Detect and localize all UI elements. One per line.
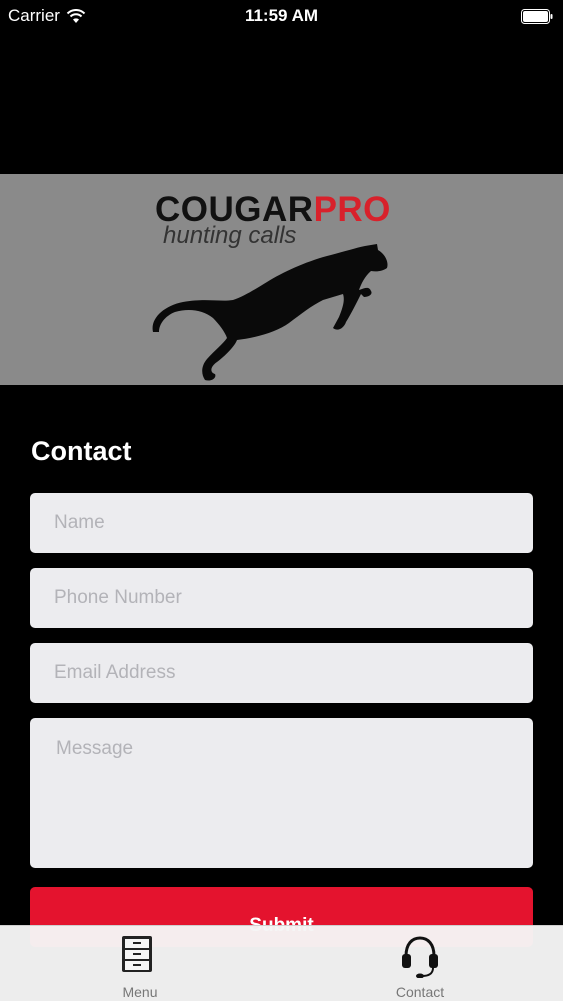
cougar-silhouette-icon xyxy=(152,244,388,381)
brand-name-red: PRO xyxy=(313,190,391,229)
tab-bar: Menu Contact xyxy=(0,925,563,1001)
contact-heading: Contact xyxy=(31,436,132,466)
tab-contact-label: Contact xyxy=(395,984,445,1000)
drawer-cabinet-icon xyxy=(122,936,152,972)
tab-menu[interactable]: Menu xyxy=(80,926,200,1001)
tab-contact[interactable]: Contact xyxy=(360,926,480,1001)
status-bar: Carrier 11:59 AM xyxy=(0,0,563,34)
battery-icon xyxy=(521,9,553,24)
email-address-input[interactable] xyxy=(30,643,533,703)
phone-number-input[interactable] xyxy=(30,568,533,628)
name-input[interactable] xyxy=(30,493,533,553)
header-banner: COUGARPRO hunting calls xyxy=(0,174,563,385)
headset-icon xyxy=(402,936,438,978)
message-textarea[interactable] xyxy=(30,718,533,868)
tab-menu-label: Menu xyxy=(122,984,158,1000)
status-time: 11:59 AM xyxy=(244,6,319,25)
